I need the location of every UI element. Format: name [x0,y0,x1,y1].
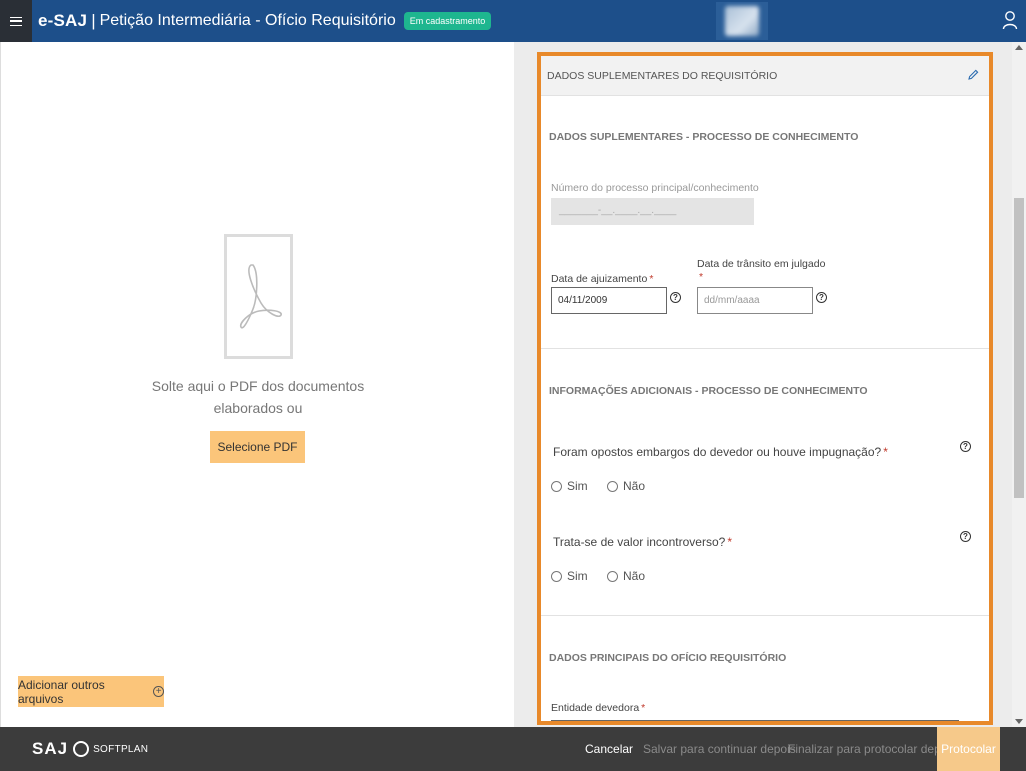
save-for-later-button[interactable]: Salvar para continuar depois [643,727,796,771]
question-embargos: Foram opostos embargos do devedor ou hou… [553,445,888,459]
section-divider [541,348,989,349]
res-judicata-date-label: Data de trânsito em julgado [697,258,826,270]
page-title: Petição Intermediária - Ofício Requisitó… [99,12,396,29]
section-title-additional-info: INFORMAÇÕES ADICIONAIS - PROCESSO DE CON… [549,385,868,397]
section-title-supplementary: DADOS SUPLEMENTARES - PROCESSO DE CONHEC… [549,131,859,143]
softplan-logo-text: SOFTPLAN [93,743,149,755]
radio-circle-icon [607,480,618,492]
app-footer: SAJ SOFTPLAN Cancelar Salvar para contin… [0,727,1026,771]
app-brand: e-SAJ [38,11,88,30]
add-files-label: Adicionar outros arquivos [18,677,105,706]
title-separator: | [91,11,96,30]
hamburger-icon [10,16,22,26]
filing-date-label: Data de ajuizamento * [551,273,654,285]
help-icon[interactable]: ? [960,441,971,452]
app-header: e-SAJ | Petição Intermediária - Ofício R… [0,0,1026,42]
question-undisputed-value: Trata-se de valor incontroverso? * [553,535,732,549]
vertical-scrollbar[interactable] [1012,42,1026,727]
process-number-label: Número do processo principal/conheciment… [551,182,759,194]
help-icon[interactable]: ? [670,292,681,303]
undisputed-yes-radio[interactable]: Sim [551,569,588,583]
select-pdf-button[interactable]: Selecione PDF [210,431,305,463]
saj-logo: SAJ [32,739,69,758]
pdf-document-icon [224,234,293,359]
section-divider [541,615,989,616]
help-icon[interactable]: ? [960,531,971,542]
supplementary-data-panel: DADOS SUPLEMENTARES DO REQUISITÓRIO DADO… [537,52,993,725]
radio-circle-icon [551,570,562,582]
radio-circle-icon [551,480,562,492]
panel-header: DADOS SUPLEMENTARES DO REQUISITÓRIO [541,56,989,96]
drop-instructions: Solte aqui o PDF dos documentos elaborad… [151,378,365,416]
add-other-files-button[interactable]: Adicionar outros arquivos + [18,676,164,707]
res-judicata-required-mark: * [699,271,704,283]
process-number-input: _______-__.____.__.____ [551,198,754,225]
section-title-main-data: DADOS PRINCIPAIS DO OFÍCIO REQUISITÓRIO [549,652,787,664]
radio-circle-icon [607,570,618,582]
user-icon[interactable] [1002,10,1018,30]
undisputed-no-radio[interactable]: Não [607,569,645,583]
scroll-down-icon[interactable] [1015,719,1023,724]
filing-date-input[interactable]: 04/11/2009 [551,287,667,314]
cancel-button[interactable]: Cancelar [585,727,633,771]
panel-title: DADOS SUPLEMENTARES DO REQUISITÓRIO [547,69,778,82]
status-badge: Em cadastramento [403,12,492,30]
debtor-entity-select[interactable] [551,720,959,721]
scroll-thumb[interactable] [1014,198,1024,498]
help-icon[interactable]: ? [816,292,827,303]
embargos-yes-radio[interactable]: Sim [551,479,588,493]
scroll-up-icon[interactable] [1015,45,1023,50]
pencil-icon[interactable] [967,69,979,81]
debtor-entity-label: Entidade devedora * [551,702,646,714]
blurred-avatar [716,2,768,40]
softplan-logo-icon [73,741,90,757]
hamburger-menu-button[interactable] [0,0,32,42]
res-judicata-date-input[interactable]: dd/mm/aaaa [697,287,813,314]
pdf-drop-area[interactable]: Solte aqui o PDF dos documentos elaborad… [0,42,514,727]
plus-circle-icon: + [153,686,164,697]
protocol-button[interactable]: Protocolar [937,727,1000,771]
finalize-button[interactable]: Finalizar para protocolar depois [788,727,956,771]
embargos-no-radio[interactable]: Não [607,479,645,493]
